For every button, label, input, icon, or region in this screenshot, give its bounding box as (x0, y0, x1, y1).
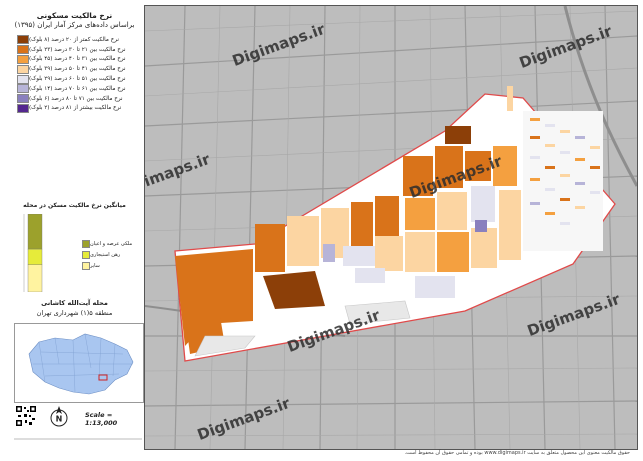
bar-legend-item: سایر (79, 260, 141, 271)
legend-swatch (17, 94, 29, 104)
scale-label: Scale = 1:13,000 (85, 411, 118, 427)
svg-text:N: N (56, 415, 63, 424)
map-title: نرخ مالکیت مسکونی (36, 11, 113, 20)
legend: نرخ مالکیت کمتر از ۲۰ درصد (۸ بلوک) نرخ … (13, 35, 137, 113)
bar-segment (27, 248, 43, 265)
map-subtitle: براساس داده‌های مرکز آمار ایران (۱۳۹۵) (14, 21, 135, 29)
copyright-footer: حقوق مالکیت معنوی این محصول متعلق به سای… (404, 450, 630, 456)
bar-segment (27, 214, 43, 250)
district-name: منطقه ۵(۱) شهرداری تهران (36, 309, 113, 317)
credits-line (14, 438, 142, 440)
legend-item: نرخ مالکیت بین ۶۱ تا ۷۰ درصد (۱۴ بلوک) (13, 84, 137, 94)
legend-swatch (17, 64, 29, 74)
legend-item: نرخ مالکیت بیشتر از ۸۱ درصد (۲ بلوک) (13, 103, 137, 114)
bar-legend-item: رهن استیجاری (79, 249, 141, 260)
north-arrow-icon: N (50, 406, 68, 427)
legend-item: نرخ مالکیت بین ۷۱ تا ۸۰ درصد (۶ بلوک) (13, 94, 137, 104)
legend-item: نرخ مالکیت بین ۳۱ تا ۴۰ درصد (۴۵ بلوک) (13, 54, 137, 65)
base-map (145, 6, 637, 449)
legend-swatch (17, 103, 29, 113)
legend-item: نرخ مالکیت بین ۴۱ تا ۵۰ درصد (۳۹ بلوک) (13, 64, 137, 74)
legend-item: نرخ مالکیت بین ۵۱ تا ۶۰ درصد (۲۹ بلوک) (13, 74, 137, 84)
tehran-inset-map (14, 323, 144, 403)
bar-segment (27, 264, 43, 292)
bar-legend-swatch (82, 250, 90, 259)
legend-sidebar: نرخ مالکیت مسکونی براساس داده‌های مرکز آ… (5, 5, 145, 450)
legend-swatch (17, 74, 29, 84)
neighborhood-name: محله آیت‌الله کاشانی (41, 299, 108, 307)
legend-swatch (17, 35, 29, 45)
map-canvas[interactable]: Digimaps.ir Digimaps.ir Digimaps.ir Digi… (145, 6, 637, 449)
legend-item: نرخ مالکیت بین ۲۱ تا ۳۰ درصد (۲۳ بلوک) (13, 45, 137, 55)
bar-legend-item: ملکی عرصه و اعیان (79, 238, 141, 249)
ownership-bar-chart (23, 214, 43, 292)
qr-code-icon (15, 405, 37, 427)
legend-swatch (17, 54, 29, 64)
bar-legend-swatch (82, 261, 90, 270)
bar-chart-title: میانگین نرخ مالکیت مسکن در محله (23, 202, 126, 209)
legend-swatch (17, 84, 29, 94)
legend-swatch (17, 45, 29, 55)
bar-legend-swatch (82, 239, 90, 248)
bar-legend: ملکی عرصه و اعیان رهن استیجاری سایر (79, 238, 141, 271)
legend-item: نرخ مالکیت کمتر از ۲۰ درصد (۸ بلوک) (13, 35, 137, 45)
